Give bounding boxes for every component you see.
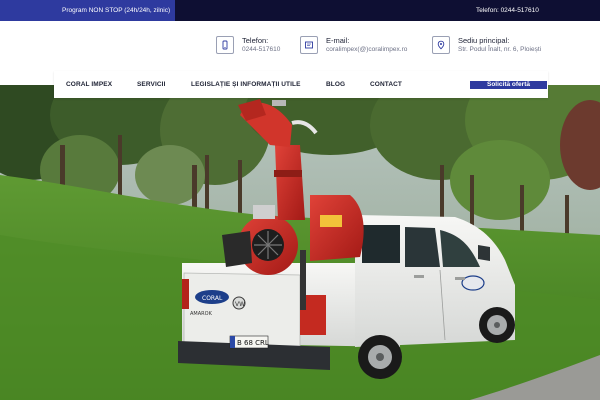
top-bar: Program NON STOP (24h/24h, zilnic) Telef… [0, 0, 600, 21]
request-offer-button[interactable]: Solicită ofertă [470, 81, 547, 89]
model-badge: AMAROK [190, 311, 213, 317]
nav-item-legislatie[interactable]: LEGISLAȚIE ȘI INFORMAȚII UTILE [191, 71, 301, 98]
location-pin-icon [432, 36, 450, 54]
hero-image: B 68 CRL VW CORAL AMAROK [0, 85, 600, 400]
contact-phone-title: Telefon: [242, 36, 269, 45]
main-nav: CORAL IMPEX SERVICII LEGISLAȚIE ȘI INFOR… [54, 71, 548, 98]
nav-item-contact[interactable]: CONTACT [370, 71, 402, 98]
nav-item-servicii[interactable]: SERVICII [137, 71, 166, 98]
contact-email-title: E-mail: [326, 36, 350, 45]
contact-address-title: Sediu principal: [458, 36, 510, 45]
email-icon [300, 36, 318, 54]
contact-phone-value[interactable]: 0244-517610 [242, 46, 280, 53]
nav-item-coral-impex[interactable]: CORAL IMPEX [66, 71, 112, 98]
svg-text:VW: VW [235, 301, 245, 308]
nav-item-blog[interactable]: BLOG [326, 71, 345, 98]
top-phone-text[interactable]: Telefon: 0244-517610 [476, 0, 539, 21]
phone-icon [216, 36, 234, 54]
truck-logo-text: CORAL [202, 295, 223, 302]
license-plate: B 68 CRL [237, 339, 269, 347]
contact-email-value[interactable]: coralimpex(@)coralimpex.ro [326, 46, 407, 53]
contact-address-value: Str. Podul Înalt, nr. 6, Ploiești [458, 46, 542, 53]
schedule-text: Program NON STOP (24h/24h, zilnic) [0, 0, 175, 21]
